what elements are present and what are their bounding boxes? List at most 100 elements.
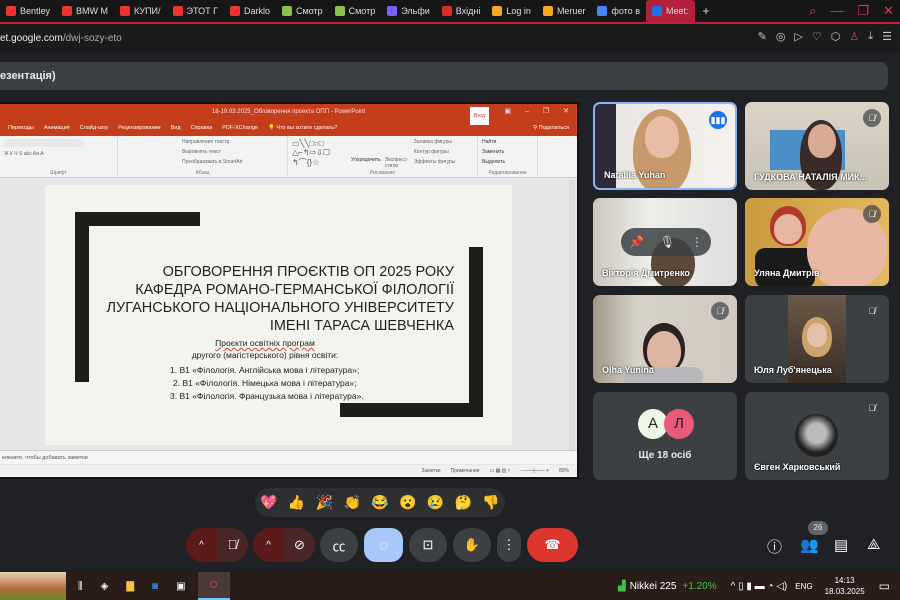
mic-icon[interactable]: 🎙 <box>660 235 675 249</box>
ppt-restore[interactable]: ❐ <box>543 104 549 120</box>
browser-tab[interactable]: Эльфи <box>381 0 436 22</box>
download-icon[interactable]: ⤓ <box>868 30 873 43</box>
browser-tab[interactable]: Meruer <box>537 0 592 22</box>
ppt-tab[interactable]: PDF-XChange <box>222 125 258 131</box>
share-button[interactable]: ⚲ Поделиться <box>533 125 569 131</box>
browser-tab[interactable]: Вхідні <box>436 0 487 22</box>
ppt-tab[interactable]: Рецензирование <box>118 125 160 131</box>
camera-off-button[interactable]: ⊘ <box>284 528 315 562</box>
shapes-gallery[interactable]: ▭╲╲□○□ △⌐↰⇨⇩☐ ↰⌒{}☆ <box>292 139 347 174</box>
widgets-button[interactable] <box>0 572 66 600</box>
cube-icon[interactable]: ⬡ <box>831 30 841 43</box>
reaction-button[interactable]: 😮 <box>399 494 416 511</box>
pin-icon[interactable]: 📌 <box>629 235 644 249</box>
url[interactable]: et.google.com/dwj-sozy-eto <box>0 33 122 44</box>
file-explorer-icon[interactable]: ▇ <box>126 581 134 592</box>
ppt-tab[interactable]: Переходы <box>8 125 34 131</box>
menu-icon[interactable]: ☰ <box>882 30 892 43</box>
maximize-button[interactable]: ❐ <box>857 3 869 19</box>
language-indicator[interactable]: ENG <box>795 582 812 591</box>
new-tab-button[interactable]: + <box>703 4 710 18</box>
ribbon-item[interactable]: Контур фигуры <box>414 149 456 155</box>
camera-options-button[interactable]: ^ <box>253 540 284 551</box>
reaction-button[interactable]: 🎉 <box>316 494 333 511</box>
search-icon[interactable]: ⌕ <box>809 3 816 19</box>
browser-tab[interactable]: ЭТОТ Г <box>167 0 224 22</box>
ppt-tab[interactable]: Анимация <box>44 125 70 131</box>
browser-tab[interactable]: Bentley <box>0 0 56 22</box>
select-button[interactable]: Выделить <box>482 159 533 165</box>
chat-icon[interactable]: ▤ <box>834 536 848 554</box>
task-view-icon[interactable]: ⫼ <box>78 581 83 592</box>
reaction-button[interactable]: 😂 <box>371 494 388 511</box>
ribbon-item[interactable]: Выровнять текст <box>182 149 283 155</box>
find-button[interactable]: Найти <box>482 139 533 145</box>
ppt-tab[interactable]: Справка <box>191 125 213 131</box>
zoom-level[interactable]: 80% <box>559 468 569 474</box>
raise-hand-button[interactable]: ✋ <box>453 528 491 562</box>
browser-tab[interactable]: фото в <box>591 0 646 22</box>
copilot-icon[interactable]: ◈ <box>101 581 109 592</box>
leave-call-button[interactable]: ☎ <box>527 528 578 562</box>
participant-tile[interactable]: 🎙̸ Євген Харковський <box>745 392 889 480</box>
tell-me-search[interactable]: 💡 Что вы хотите сделать? <box>268 125 337 131</box>
slide-scrollbar[interactable] <box>569 180 575 450</box>
more-options-icon[interactable]: ⋮ <box>691 235 703 249</box>
reaction-button[interactable]: 👎 <box>482 494 499 511</box>
replace-button[interactable]: Заменить <box>482 149 533 155</box>
outlook-icon[interactable]: ◙ <box>152 581 158 592</box>
ribbon-item[interactable]: Направление текста <box>182 139 283 145</box>
tray-icons[interactable]: ^ ▯ ▮ ▬ ◔ ◁) <box>731 581 788 592</box>
ppt-close[interactable]: ✕ <box>563 104 569 120</box>
browser-tab[interactable]: Log in <box>486 0 537 22</box>
ppt-login-button[interactable]: Вход <box>469 107 489 125</box>
participant-tile[interactable]: 🎙̸ ГУДКОВА НАТАЛІЯ МИК... <box>745 102 889 190</box>
people-icon[interactable]: 👥 <box>800 536 819 554</box>
notes-pane[interactable]: елкните, чтобы добавить заметки <box>0 450 577 464</box>
emoji-button[interactable]: ☺ <box>364 528 403 562</box>
ribbon-item[interactable]: Заливка фигуры <box>414 139 456 145</box>
view-buttons[interactable]: ▭ ▦ ▥ ▿ <box>489 468 510 474</box>
address-bar[interactable]: et.google.com/dwj-sozy-eto ✎ ◎ ▷ ♡ ⬡ ♙ ⤓ ☰ <box>0 24 900 52</box>
minimize-button[interactable]: — <box>830 3 843 19</box>
browser-tab[interactable]: Смотр <box>276 0 329 22</box>
ribbon-display-icon[interactable]: ▣ <box>504 104 511 120</box>
reaction-button[interactable]: 😢 <box>427 494 444 511</box>
notifications-icon[interactable]: ▭ <box>879 579 890 593</box>
play-icon[interactable]: ▷ <box>794 30 802 43</box>
comments-button[interactable]: Примечания <box>451 468 480 474</box>
participant-tile[interactable]: 🎙̸ Olha Yunina <box>593 295 737 383</box>
ppt-tab[interactable]: Слайд-шоу <box>80 125 109 131</box>
browser-tab[interactable]: Meet: <box>645 0 695 22</box>
ppt-minimize[interactable]: – <box>525 104 529 120</box>
account-icon[interactable]: ♙ <box>849 30 859 43</box>
store-icon[interactable]: ▣ <box>176 581 185 592</box>
browser-tab[interactable]: Darklo <box>224 0 276 22</box>
font-format-buttons[interactable]: Ж К Ч S abc Aa A <box>4 151 113 157</box>
zoom-slider[interactable]: - ——|—— + <box>520 468 549 474</box>
close-button[interactable]: ✕ <box>883 3 894 19</box>
stock-ticker[interactable]: Nikkei 225 <box>630 581 677 592</box>
captions-button[interactable]: ㏄ <box>320 528 358 562</box>
more-participants-tile[interactable]: А Л Ще 18 осіб <box>593 392 737 480</box>
reaction-button[interactable]: 👍 <box>288 494 305 511</box>
participant-tile[interactable]: ▮▮▮ Nataliia Yuhan <box>593 102 737 190</box>
participant-tile[interactable]: 🎙̸ Юля Луб'янецька <box>745 295 889 383</box>
opera-icon[interactable]: O <box>197 572 230 600</box>
browser-tab[interactable]: BMW M <box>56 0 114 22</box>
edit-icon[interactable]: ✎ <box>758 30 767 43</box>
ribbon-item[interactable]: Преобразовать в SmartArt <box>182 159 283 165</box>
notes-button[interactable]: Заметки <box>421 468 440 474</box>
mic-off-button[interactable]: 🎙̸ <box>217 528 248 562</box>
browser-tab[interactable]: Смотр <box>329 0 382 22</box>
reaction-button[interactable]: 💖 <box>260 494 277 511</box>
more-options-button[interactable]: ⋮ <box>497 528 521 562</box>
reaction-button[interactable]: 👏 <box>343 494 360 511</box>
participant-tile[interactable]: 📌 🎙 ⋮ Вікторія Дмитренко <box>593 198 737 286</box>
reaction-button[interactable]: 🤔 <box>455 494 472 511</box>
participant-tile[interactable]: 🎙̸ Уляна Дмитрів <box>745 198 889 286</box>
present-button[interactable]: ⊡ <box>409 528 447 562</box>
browser-tab[interactable]: КУПИ/ <box>114 0 167 22</box>
clock[interactable]: 14:13 18.03.2025 <box>825 575 865 597</box>
meeting-info-icon[interactable]: ⓘ <box>767 536 782 557</box>
